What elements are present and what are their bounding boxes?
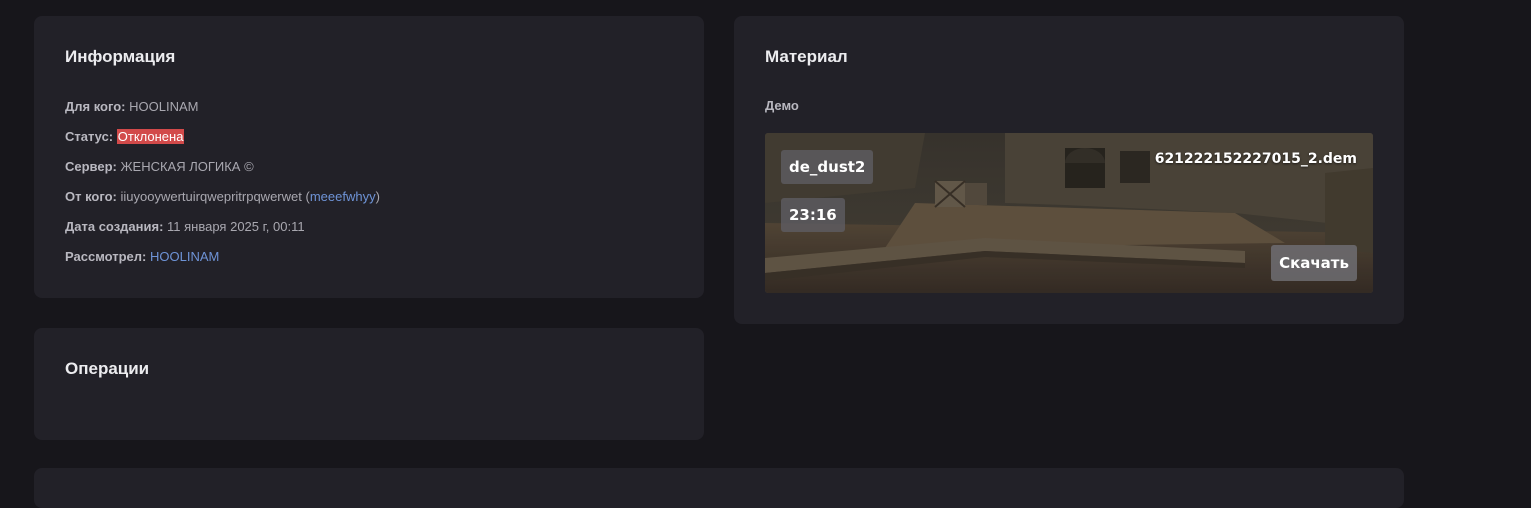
status-badge: Отклонена (116, 129, 185, 144)
demo-filename: 621222152227015_2.dem (1154, 151, 1357, 167)
demo-map-chip: de_dust2 (781, 150, 874, 184)
from-user-link[interactable]: meeefwhyy (310, 189, 376, 204)
bottom-card-partial (34, 468, 1404, 508)
info-card-title: Информация (65, 47, 176, 66)
created-value: 11 января 2025 г, 00:11 (167, 219, 305, 234)
for-whom-label: Для кого: (65, 99, 126, 114)
download-button[interactable]: Скачать (1271, 245, 1357, 281)
from-label: От кого: (65, 189, 117, 204)
from-value: iiuyooywertuirqwepritrpqwerwet (120, 189, 302, 204)
info-row-server: Сервер: ЖЕНСКАЯ ЛОГИКА © (65, 159, 254, 174)
from-close-paren: ) (375, 189, 380, 204)
reviewer-link[interactable]: HOOLINAM (150, 249, 219, 264)
created-label: Дата создания: (65, 219, 164, 234)
operations-card-title: Операции (65, 359, 150, 378)
server-value: ЖЕНСКАЯ ЛОГИКА © (120, 159, 254, 174)
status-label: Статус: (65, 129, 114, 144)
info-row-for-whom: Для кого: HOOLINAM (65, 99, 198, 114)
demo-section-label: Демо (765, 98, 799, 113)
material-card: Материал Демо de_dust2 23:16 62122215222… (734, 16, 1404, 324)
reviewed-label: Рассмотрел: (65, 249, 147, 264)
operations-card: Операции (34, 328, 704, 440)
server-label: Сервер: (65, 159, 117, 174)
info-row-created: Дата создания: 11 января 2025 г, 00:11 (65, 219, 305, 234)
for-whom-value: HOOLINAM (129, 99, 199, 114)
material-card-title: Материал (765, 47, 848, 66)
info-row-status: Статус: Отклонена (65, 129, 185, 144)
demo-duration-chip: 23:16 (781, 198, 845, 232)
info-row-from: От кого: iiuyooywertuirqwepritrpqwerwet … (65, 189, 380, 204)
info-card: Информация Для кого: HOOLINAM Статус: От… (34, 16, 704, 298)
info-row-reviewed: Рассмотрел: HOOLINAM (65, 249, 219, 264)
demo-preview: de_dust2 23:16 621222152227015_2.dem Ска… (765, 133, 1373, 293)
